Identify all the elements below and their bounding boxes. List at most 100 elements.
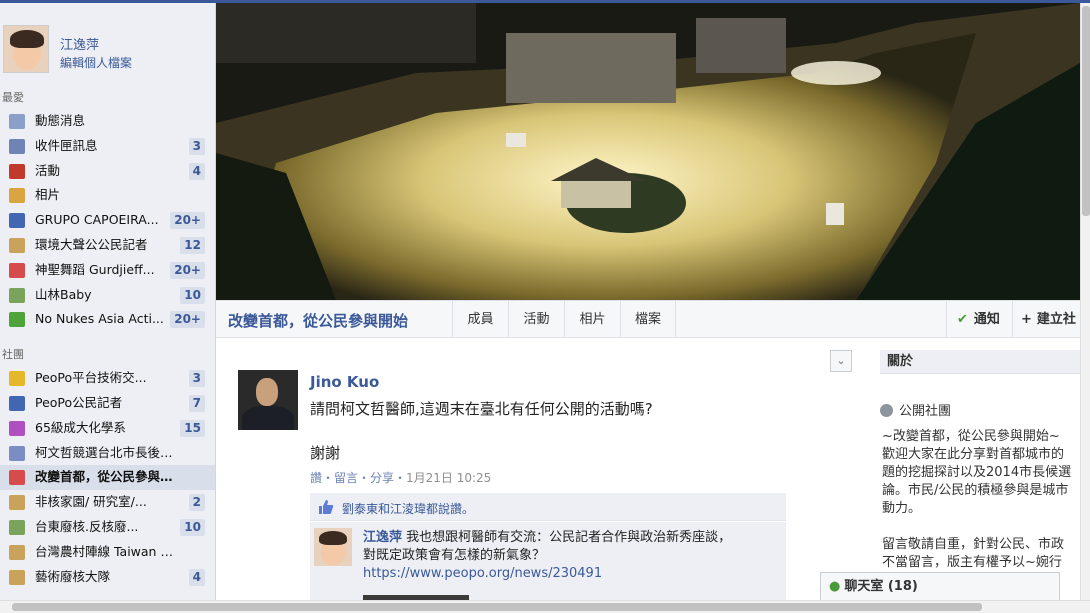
check-icon: ✔ xyxy=(957,312,968,327)
sidebar-item[interactable]: 非核家園/ 研究室/... 2 xyxy=(0,490,215,515)
notifications-button[interactable]: ✔ 通知 xyxy=(946,301,1012,338)
post-author[interactable]: Jino Kuo xyxy=(310,373,379,391)
sidebar-item-label: 65級成大化學系 xyxy=(35,419,126,435)
sidebar-item[interactable]: 藝術廢核大隊 4 xyxy=(0,565,215,590)
comment-text: 我也想跟柯醫師有交流：公民記者合作與政治新秀座談，對既定政策會有怎樣的新氣象？ xyxy=(363,530,732,563)
tab-photos[interactable]: 相片 xyxy=(564,301,620,338)
count-badge: 7 xyxy=(188,394,205,412)
plus-icon: + xyxy=(1021,312,1032,327)
sidebar-item[interactable]: No Nukes Asia Acti... 20+ xyxy=(0,307,215,332)
sidebar-item[interactable]: 改變首都，從公民參與... xyxy=(0,465,215,491)
left-sidebar: 江逸萍 編輯個人檔案 最愛 動態消息 收件匣訊息 3 活動 4 相片 GRUPO CAPOE… xyxy=(0,3,216,600)
mountain-icon xyxy=(9,287,25,303)
group-description: ~改變首都，從公民參與開始~ 歡迎大家在此分享對首都城市的 題的挖掘探討以及2014… xyxy=(882,428,1080,572)
sidebar-item-label: 藝術廢核大隊 xyxy=(35,568,111,584)
thumbs-up-icon xyxy=(319,500,334,514)
sidebar-item-label: PeoPo平台技術交... xyxy=(35,370,147,386)
count-badge: 2 xyxy=(188,494,205,512)
description-line: 不當留言，版主有權予以~婉行 xyxy=(882,555,1062,570)
count-badge: 20+ xyxy=(170,261,205,279)
post-options-button[interactable]: ⌄ xyxy=(830,350,852,372)
tab-files[interactable]: 檔案 xyxy=(620,301,676,338)
sidebar-item[interactable]: 台東廢核.反核廢... 10 xyxy=(0,515,215,540)
groups-list: PeoPo平台技術交... 3 PeoPo公民記者 7 65級成大化學系 15 柯文哲競選台… xyxy=(0,366,215,589)
likes-text[interactable]: 劉泰東和江淩瑋都說讚。 xyxy=(342,500,474,517)
group-title[interactable]: 改變首都，從公民參與開始 xyxy=(228,310,408,331)
count-badge: 12 xyxy=(180,236,205,254)
profile-block: 江逸萍 編輯個人檔案 xyxy=(0,3,215,87)
sidebar-item[interactable]: 台灣農村陣線 Taiwan Ru... xyxy=(0,540,215,565)
description-line: 題的挖掘探討以及2014市長候選 xyxy=(882,465,1072,480)
count-badge: 20+ xyxy=(170,311,205,329)
horizontal-scrollbar[interactable] xyxy=(0,600,1090,613)
globe-icon xyxy=(880,404,893,417)
post-meta: 讚・留言・分享・1月21日 10:25 xyxy=(310,469,491,486)
group-nav-bar: 改變首都，從公民參與開始 成員 活動 相片 檔案 ✔ 通知 + 建立社 xyxy=(216,300,1080,338)
sidebar-item[interactable]: 活動 4 xyxy=(0,159,215,184)
description-line: 動力。 xyxy=(882,501,922,516)
description-line: ~改變首都，從公民參與開始~ xyxy=(882,429,1060,444)
cover-photo xyxy=(216,3,1080,300)
count-badge: 3 xyxy=(188,137,205,155)
sidebar-item[interactable]: 動態消息 xyxy=(0,109,215,134)
user-avatar[interactable] xyxy=(3,25,49,73)
flask-icon xyxy=(9,420,25,436)
post-timestamp[interactable]: 1月21日 10:25 xyxy=(406,471,491,485)
post-author-avatar[interactable] xyxy=(238,370,298,430)
first-aid-icon xyxy=(9,470,25,486)
sidebar-item-label: 環境大聲公公民記者 xyxy=(35,236,148,252)
chevron-down-icon: ⌄ xyxy=(836,354,846,367)
lightbulb-icon xyxy=(9,371,25,387)
favorites-list: 動態消息 收件匣訊息 3 活動 4 相片 GRUPO CAPOEIRA... 20+ 環境大聲公… xyxy=(0,109,215,332)
sprout-icon xyxy=(9,312,25,328)
sidebar-item[interactable]: 柯文哲競選台北市長後援... xyxy=(0,441,215,466)
sidebar-item-label: PeoPo公民記者 xyxy=(35,394,123,410)
create-button[interactable]: + 建立社 xyxy=(1012,301,1080,338)
edit-profile-link[interactable]: 編輯個人檔案 xyxy=(60,54,132,71)
group-icon xyxy=(9,495,25,511)
count-badge: 20+ xyxy=(170,212,205,230)
sidebar-item[interactable]: 收件匣訊息 3 xyxy=(0,134,215,159)
sidebar-item[interactable]: 山林Baby 10 xyxy=(0,283,215,308)
commenter-name[interactable]: 江逸萍 xyxy=(363,530,402,545)
sidebar-item[interactable]: 神聖舞蹈 Gurdjieff... 20+ xyxy=(0,258,215,283)
count-badge: 10 xyxy=(180,518,205,536)
description-line: 論。市民/公民的積極參與是城市 xyxy=(882,483,1069,498)
sidebar-item-label: 台東廢核.反核廢... xyxy=(35,518,139,534)
sidebar-item-label: 台灣農村陣線 Taiwan Ru... xyxy=(35,543,173,559)
post-text: 請問柯文哲醫師,這週末在臺北有任何公開的活動嗎? xyxy=(310,400,653,418)
tab-events[interactable]: 活動 xyxy=(508,301,564,338)
tab-members[interactable]: 成員 xyxy=(452,301,508,338)
post-actions[interactable]: 讚・留言・分享・ xyxy=(310,471,406,485)
sidebar-item[interactable]: GRUPO CAPOEIRA... 20+ xyxy=(0,208,215,233)
sidebar-item[interactable]: 65級成大化學系 15 xyxy=(0,416,215,441)
sidebar-item-label: GRUPO CAPOEIRA... xyxy=(35,212,159,228)
sidebar-item[interactable]: 環境大聲公公民記者 12 xyxy=(0,233,215,258)
about-heading: 關於 xyxy=(880,350,1080,374)
vertical-scrollbar[interactable] xyxy=(1080,3,1090,600)
sidebar-item[interactable]: 相片 xyxy=(0,183,215,208)
group-privacy: 公開社團 xyxy=(880,400,951,419)
sidebar-item[interactable]: PeoPo公民記者 7 xyxy=(0,391,215,416)
post-text-line2: 謝謝 xyxy=(310,444,341,462)
sidebar-item[interactable]: PeoPo平台技術交... 3 xyxy=(0,366,215,391)
chat-status-icon: ● xyxy=(829,579,841,594)
messages-icon xyxy=(9,138,25,154)
description-line: 留言敬請自重，針對公民、市政 xyxy=(882,537,1065,552)
user-name[interactable]: 江逸萍 xyxy=(60,34,99,53)
count-badge: 4 xyxy=(188,162,205,180)
likes-bar: 劉泰東和江淩瑋都說讚。 xyxy=(310,493,786,521)
photos-icon xyxy=(9,188,25,204)
calendar-icon xyxy=(9,163,25,179)
comment: 江逸萍 我也想跟柯醫師有交流：公民記者合作與政治新秀座談，對既定政策會有怎樣的新… xyxy=(310,522,786,600)
chat-bar[interactable]: ● 聊天室 (18) xyxy=(820,572,1060,600)
comment-body: 江逸萍 我也想跟柯醫師有交流：公民記者合作與政治新秀座談，對既定政策會有怎樣的新… xyxy=(363,529,743,583)
commenter-avatar[interactable] xyxy=(314,528,352,566)
sidebar-item-label: 改變首都，從公民參與... xyxy=(35,469,173,485)
sidebar-item-label: 活動 xyxy=(35,162,61,178)
group-icon xyxy=(9,213,25,229)
count-badge: 3 xyxy=(188,370,205,388)
comment-link[interactable]: https://www.peopo.org/news/230491 xyxy=(363,566,602,581)
group-icon xyxy=(9,544,25,560)
count-badge: 4 xyxy=(188,568,205,586)
